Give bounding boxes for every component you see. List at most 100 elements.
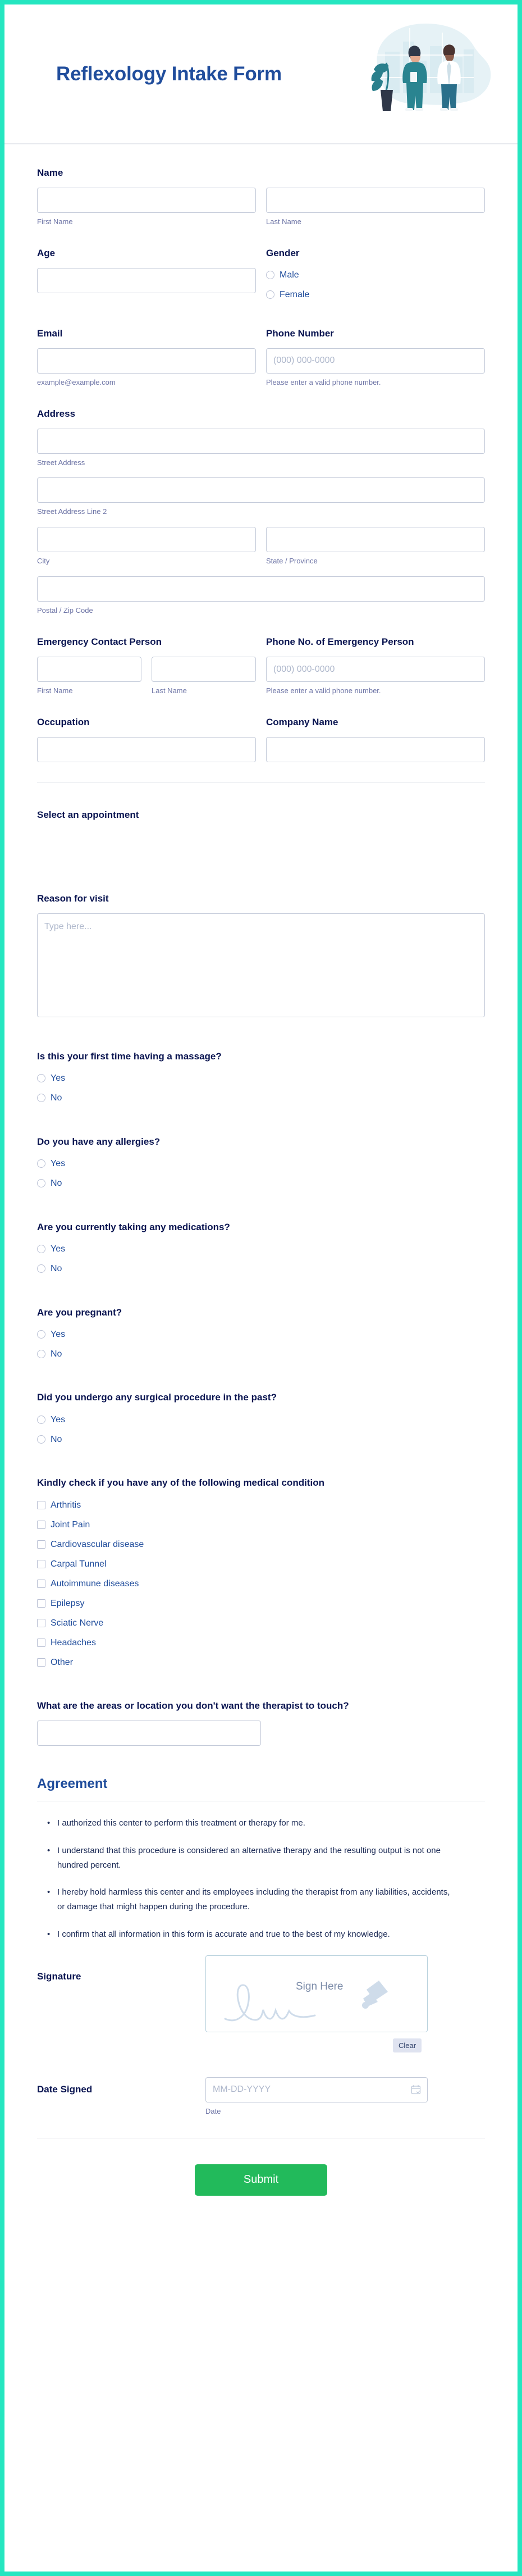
- email-label: Email: [37, 327, 63, 339]
- address-label: Address: [37, 408, 76, 419]
- checkbox-icon: [37, 1559, 45, 1568]
- field-signature: Signature Sign Here Clear: [37, 1955, 485, 2052]
- emergency-phone-input[interactable]: [266, 657, 485, 682]
- street-address-input[interactable]: [37, 428, 485, 454]
- question-option-no[interactable]: No: [37, 1091, 485, 1105]
- emergency-first-name-input[interactable]: [37, 657, 141, 682]
- field-email-phone: Email example@example.com Phone Number P…: [37, 327, 485, 388]
- occupation-label: Occupation: [37, 716, 90, 727]
- age-input[interactable]: [37, 267, 256, 293]
- email-input[interactable]: [37, 348, 256, 374]
- agreement-item: I authorized this center to perform this…: [47, 1816, 450, 1831]
- first-name-input[interactable]: [37, 187, 256, 213]
- checkbox-label: Carpal Tunnel: [51, 1559, 107, 1569]
- checkbox-label: Arthritis: [51, 1500, 81, 1510]
- checkbox-icon: [37, 1599, 45, 1608]
- question-option-no[interactable]: No: [37, 1176, 485, 1191]
- appointment-picker[interactable]: [37, 830, 485, 862]
- question-option-yes[interactable]: Yes: [37, 1242, 485, 1257]
- phone-label: Phone Number: [266, 327, 334, 339]
- checkbox-item[interactable]: Arthritis: [37, 1498, 485, 1512]
- checkbox-icon: [37, 1579, 45, 1588]
- form-header: Reflexology Intake Form: [4, 4, 518, 144]
- checkbox-label: Epilepsy: [51, 1598, 85, 1608]
- clear-signature-button[interactable]: Clear: [393, 2038, 422, 2052]
- last-name-input[interactable]: [266, 187, 485, 213]
- question-label: Did you undergo any surgical procedure i…: [37, 1392, 277, 1403]
- reason-label: Reason for visit: [37, 893, 109, 904]
- gender-option-female[interactable]: Female: [266, 288, 485, 302]
- street-address-2-input[interactable]: [37, 477, 485, 503]
- street-address-sublabel: Street Address: [37, 458, 85, 467]
- checkbox-item[interactable]: Cardiovascular disease: [37, 1537, 485, 1551]
- reason-textarea[interactable]: [37, 913, 485, 1017]
- zip-input[interactable]: [37, 576, 485, 602]
- radio-icon: [266, 271, 274, 280]
- state-input[interactable]: [266, 527, 485, 553]
- agreement-list: I authorized this center to perform this…: [37, 1816, 485, 1942]
- occupation-input[interactable]: [37, 736, 256, 762]
- street-address-2-sublabel: Street Address Line 2: [37, 507, 107, 516]
- gender-option-male[interactable]: Male: [266, 268, 485, 283]
- agreement-section: Agreement I authorized this center to pe…: [37, 1776, 485, 1942]
- agreement-item: I understand that this procedure is cons…: [47, 1844, 450, 1873]
- emergency-last-name-input[interactable]: [152, 657, 256, 682]
- question-label: Are you pregnant?: [37, 1307, 122, 1318]
- question-option-no[interactable]: No: [37, 1262, 485, 1276]
- checkbox-icon: [37, 1540, 45, 1549]
- question-label: Do you have any allergies?: [37, 1136, 161, 1147]
- name-label: Name: [37, 167, 63, 178]
- company-input[interactable]: [266, 736, 485, 762]
- checkbox-item[interactable]: Other: [37, 1655, 485, 1669]
- field-appointment: Select an appointment: [37, 809, 485, 862]
- field-medical-conditions: Kindly check if you have any of the foll…: [37, 1477, 485, 1669]
- question-option-yes[interactable]: Yes: [37, 1071, 485, 1086]
- question-option-no[interactable]: No: [37, 1346, 485, 1361]
- question-option-no[interactable]: No: [37, 1432, 485, 1446]
- signature-label: Signature: [37, 1970, 81, 1982]
- checkbox-item[interactable]: Epilepsy: [37, 1596, 485, 1610]
- checkbox-item[interactable]: Joint Pain: [37, 1517, 485, 1532]
- avoid-areas-input[interactable]: [37, 1721, 261, 1746]
- email-sublabel: example@example.com: [37, 377, 116, 386]
- checkbox-label: Headaches: [51, 1637, 96, 1647]
- question-option-yes[interactable]: Yes: [37, 1157, 485, 1171]
- agreement-heading: Agreement: [37, 1776, 108, 1792]
- checkbox-label: Cardiovascular disease: [51, 1539, 144, 1549]
- radio-icon: [266, 290, 274, 299]
- question-pregnant: Are you pregnant? Yes No: [37, 1307, 485, 1362]
- checkbox-item[interactable]: Sciatic Nerve: [37, 1615, 485, 1630]
- phone-input[interactable]: [266, 348, 485, 374]
- field-date-signed: Date Signed Date: [37, 2077, 485, 2117]
- question-surgery: Did you undergo any surgical procedure i…: [37, 1391, 485, 1446]
- question-option-yes[interactable]: Yes: [37, 1412, 485, 1427]
- emergency-phone-label: Phone No. of Emergency Person: [266, 636, 414, 648]
- checkbox-item[interactable]: Autoimmune diseases: [37, 1576, 485, 1591]
- checkbox-label: Autoimmune diseases: [51, 1578, 139, 1589]
- signature-pad[interactable]: Sign Here: [205, 1955, 428, 2032]
- radio-icon: [37, 1264, 45, 1273]
- field-age-gender: Age Gender Male Female: [37, 247, 485, 307]
- date-signed-sublabel: Date: [205, 2106, 221, 2115]
- form-card: Reflexology Intake Form Name First Name …: [4, 4, 518, 2572]
- checkbox-icon: [37, 1520, 45, 1529]
- radio-icon: [37, 1349, 45, 1358]
- date-signed-input[interactable]: [205, 2077, 428, 2102]
- phone-sublabel: Please enter a valid phone number.: [266, 377, 381, 386]
- checkbox-item[interactable]: Carpal Tunnel: [37, 1556, 485, 1571]
- checkbox-icon: [37, 1618, 45, 1627]
- medical-conditions-label: Kindly check if you have any of the foll…: [37, 1477, 324, 1489]
- checkbox-icon: [37, 1638, 45, 1647]
- option-label: Yes: [51, 1073, 66, 1084]
- zip-sublabel: Postal / Zip Code: [37, 606, 93, 615]
- page-title: Reflexology Intake Form: [56, 62, 282, 85]
- appointment-label: Select an appointment: [37, 809, 139, 820]
- city-input[interactable]: [37, 527, 256, 553]
- checkbox-item[interactable]: Headaches: [37, 1635, 485, 1650]
- question-option-yes[interactable]: Yes: [37, 1327, 485, 1341]
- city-sublabel: City: [37, 557, 50, 566]
- submit-button[interactable]: Submit: [195, 2164, 327, 2196]
- submit-area: Submit: [37, 2138, 485, 2238]
- question-first-massage: Is this your first time having a massage…: [37, 1050, 485, 1105]
- option-label: No: [51, 1434, 62, 1444]
